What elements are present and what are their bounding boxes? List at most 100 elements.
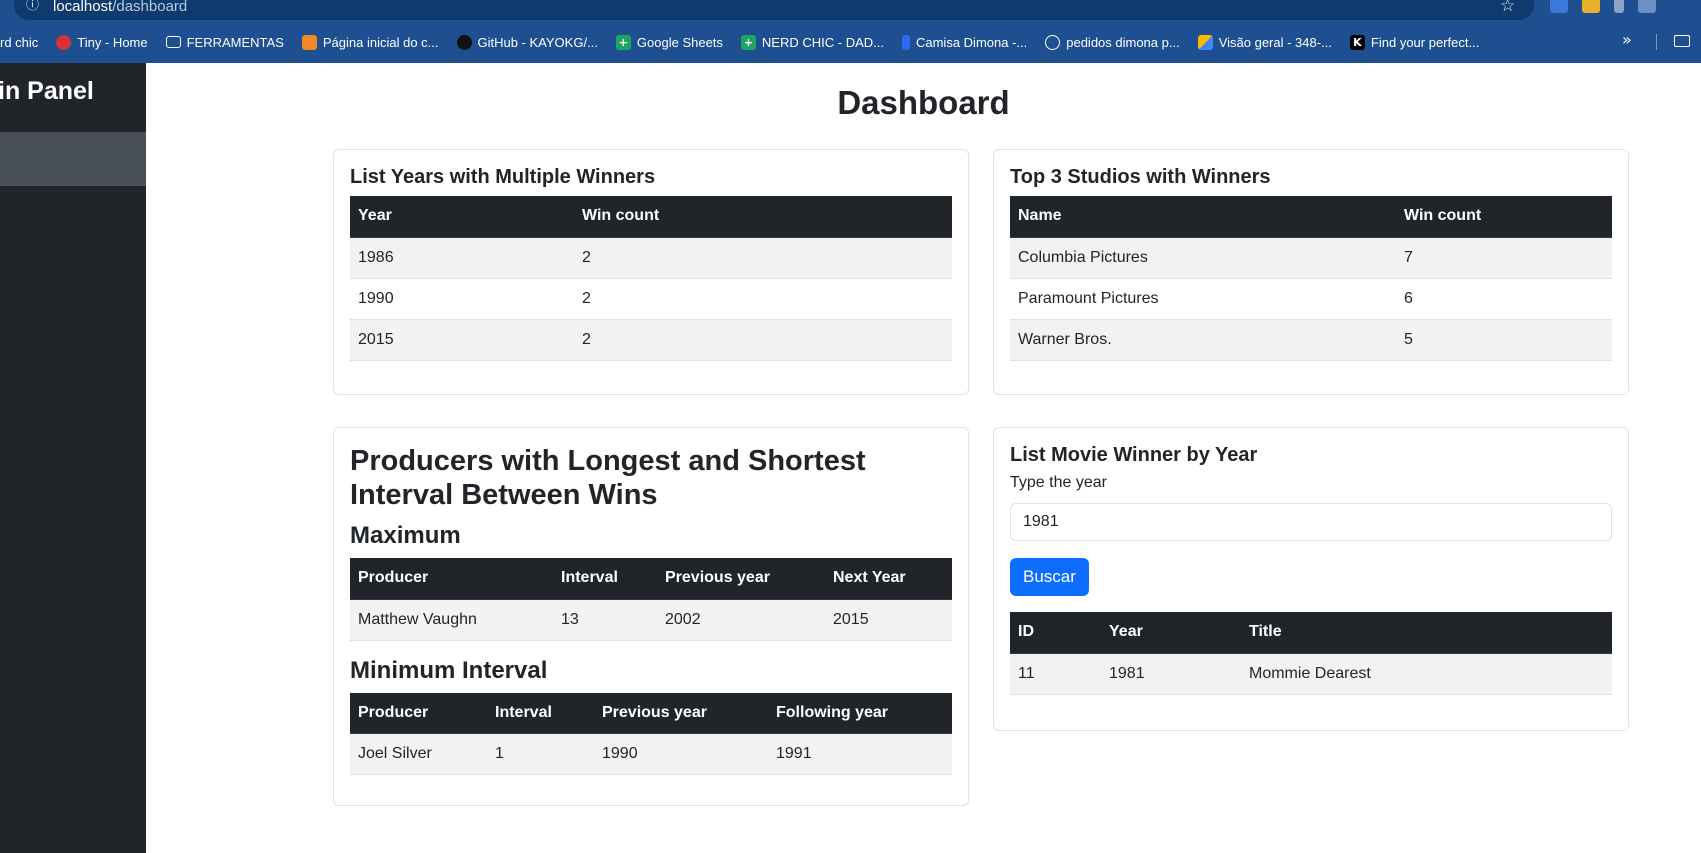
table-cell: Mommie Dearest (1241, 653, 1612, 695)
browser-chrome: ⓘ localhost/dashboard ☆ rd chic Tiny - H… (0, 0, 1701, 63)
card-title: List Movie Winner by Year (1010, 444, 1258, 466)
table-row: 1990 2 (350, 278, 952, 320)
year-input-label: Type the year (1010, 474, 1107, 491)
column-header: Year (350, 196, 574, 238)
extension-icon[interactable] (1582, 0, 1600, 13)
sidebar-title: in Panel (0, 77, 94, 105)
table-cell: Matthew Vaughn (350, 599, 553, 641)
card-title: List Years with Multiple Winners (350, 166, 656, 188)
column-header: Name (1010, 196, 1396, 238)
column-header: Producer (350, 692, 487, 734)
table-row: Joel Silver 1 1990 1991 (350, 733, 952, 775)
ads-icon (1197, 34, 1213, 50)
top-studios-card: Top 3 Studios with Winners Name Win coun… (993, 149, 1629, 395)
year-input[interactable] (1010, 503, 1612, 541)
table-cell: 13 (553, 599, 657, 641)
bookmark-item[interactable]: Página inicial do c... (301, 30, 439, 54)
table-row: Matthew Vaughn 13 2002 2015 (350, 599, 952, 641)
bookmark-item[interactable]: K Find your perfect... (1349, 30, 1479, 54)
bookmark-item[interactable]: FERRAMENTAS (165, 30, 284, 54)
card-title: Top 3 Studios with Winners (1010, 166, 1271, 188)
sheets-icon: + (740, 34, 756, 50)
globe-icon (1045, 34, 1061, 50)
bookmark-star-icon[interactable]: ☆ (1500, 0, 1515, 16)
table-cell: 1986 (350, 237, 574, 279)
column-header: Next Year (825, 558, 952, 600)
bookmark-item[interactable]: Tiny - Home (56, 30, 148, 54)
bookmark-item[interactable]: GitHub - KAYOKG/... (456, 30, 598, 54)
sidebar: in Panel (0, 63, 146, 853)
column-header: Producer (350, 558, 553, 600)
table-cell: 2 (574, 319, 952, 361)
chevron-double-right-icon[interactable]: » (1622, 30, 1632, 49)
maximum-interval-table: Producer Interval Previous year Next Yea… (350, 558, 952, 641)
folder-icon[interactable] (1674, 35, 1690, 47)
minimum-interval-table: Producer Interval Previous year Followin… (350, 692, 952, 775)
table-cell: 1981 (1101, 653, 1241, 695)
table-cell: 2015 (825, 599, 952, 641)
sidebar-item-active[interactable] (0, 132, 146, 186)
address-bar-url[interactable]: localhost/dashboard (53, 0, 187, 15)
table-row: Warner Bros. 5 (1010, 319, 1612, 361)
table-cell: 11 (1010, 653, 1101, 695)
table-cell: Warner Bros. (1010, 319, 1396, 361)
sheets-icon: + (615, 34, 631, 50)
folder-icon (165, 36, 181, 48)
table-cell: 7 (1396, 237, 1612, 279)
table-header-row: Producer Interval Previous year Next Yea… (350, 558, 952, 600)
search-button[interactable]: Buscar (1010, 558, 1089, 596)
table-cell: 2002 (657, 599, 825, 641)
bookmark-item[interactable]: Visão geral - 348-... (1197, 30, 1332, 54)
table-row: 1986 2 (350, 237, 952, 279)
column-header: Following year (768, 692, 952, 734)
table-header-row: Producer Interval Previous year Followin… (350, 692, 952, 734)
winner-by-year-table: ID Year Title 11 1981 Mommie Dearest (1010, 612, 1612, 695)
column-header: Win count (574, 196, 952, 238)
table-header-row: Year Win count (350, 196, 952, 238)
extensions-area (1550, 0, 1656, 13)
table-cell: Joel Silver (350, 733, 487, 775)
bookmarks-bar: rd chic Tiny - Home FERRAMENTAS Página i… (0, 30, 1701, 54)
table-row: 2015 2 (350, 319, 952, 361)
multiple-winners-card: List Years with Multiple Winners Year Wi… (333, 149, 969, 395)
cube-icon (301, 34, 317, 50)
table-cell: 1991 (768, 733, 952, 775)
bookmark-item[interactable]: + NERD CHIC - DAD... (740, 30, 884, 54)
github-icon (456, 34, 472, 50)
column-header: ID (1010, 612, 1101, 654)
address-bar[interactable] (14, 0, 1534, 20)
bookmark-item[interactable]: pedidos dimona p... (1045, 30, 1180, 54)
table-cell: 5 (1396, 319, 1612, 361)
bookmark-item[interactable]: + Google Sheets (615, 30, 723, 54)
extension-icon[interactable] (1638, 0, 1656, 13)
producers-interval-card: Producers with Longest and Shortest Inte… (333, 427, 969, 806)
bookmarks-divider (1656, 34, 1657, 50)
table-cell: Paramount Pictures (1010, 278, 1396, 320)
tiny-icon (56, 34, 72, 50)
column-header: Previous year (657, 558, 825, 600)
dimona-icon (901, 34, 910, 50)
translate-extension-icon[interactable] (1550, 0, 1568, 13)
site-info-icon[interactable]: ⓘ (26, 0, 42, 16)
table-row: Paramount Pictures 6 (1010, 278, 1612, 320)
address-bar-row: ⓘ localhost/dashboard ☆ (0, 0, 1701, 22)
table-row: 11 1981 Mommie Dearest (1010, 653, 1612, 695)
column-header: Title (1241, 612, 1612, 654)
ublock-extension-icon[interactable] (1614, 0, 1624, 13)
multiple-winners-table: Year Win count 1986 2 1990 2 2015 2 (350, 196, 952, 361)
table-header-row: ID Year Title (1010, 612, 1612, 654)
column-header: Interval (487, 692, 594, 734)
k-icon: K (1349, 34, 1365, 50)
table-cell: Columbia Pictures (1010, 237, 1396, 279)
column-header: Win count (1396, 196, 1612, 238)
page-title: Dashboard (837, 84, 1010, 121)
column-header: Previous year (594, 692, 768, 734)
maximum-heading: Maximum (350, 522, 461, 549)
table-cell: 2 (574, 237, 952, 279)
bookmark-item[interactable]: rd chic (0, 30, 38, 54)
bookmark-item[interactable]: Camisa Dimona -... (901, 30, 1027, 54)
table-cell: 2015 (350, 319, 574, 361)
table-cell: 1990 (594, 733, 768, 775)
top-studios-table: Name Win count Columbia Pictures 7 Param… (1010, 196, 1612, 361)
table-cell: 1990 (350, 278, 574, 320)
